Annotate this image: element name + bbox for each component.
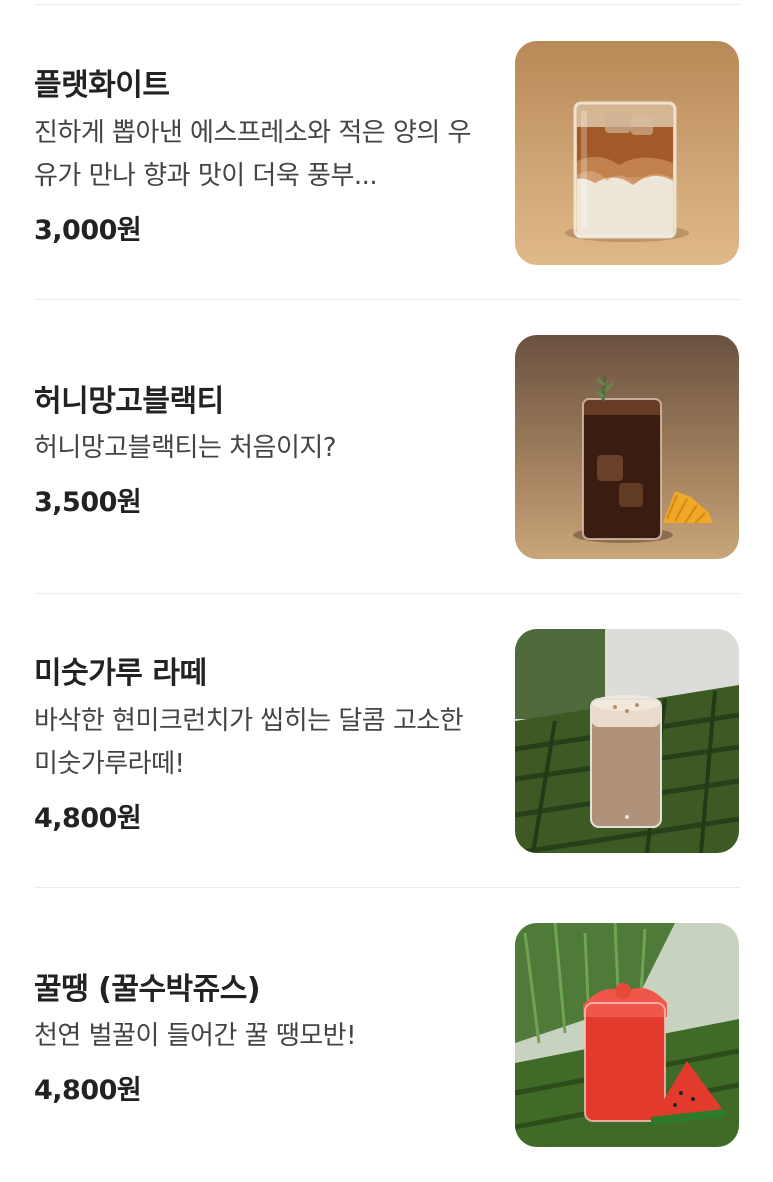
menu-item-description: 허니망고블랙티는 처음이지? xyxy=(34,433,337,463)
menu-item-price: 4,800원 xyxy=(34,1075,142,1106)
menu-item-price: 3,500원 xyxy=(34,487,142,518)
menu-item-description: 진하게 뽑아낸 에스프레소와 적은 양의 우유가 만나 향과 맛이 더욱 풍부.… xyxy=(34,118,471,191)
misutgaru-latte-cup-image xyxy=(515,629,739,853)
divider xyxy=(34,4,740,5)
menu-item-description: 천연 벌꿀이 들어간 꿀 땡모반! xyxy=(34,1021,357,1051)
menu-item-image[interactable] xyxy=(515,335,739,559)
watermelon-juice-cup-image xyxy=(515,923,739,1147)
menu-item-watermelon-juice[interactable]: 꿀땡 (꿀수박쥬스) 천연 벌꿀이 들어간 꿀 땡모반! 4,800원 xyxy=(0,888,773,1182)
menu-item-price: 4,800원 xyxy=(34,803,142,834)
menu-item-name: 허니망고블랙티 xyxy=(34,384,224,419)
iced-flat-white-glass-image xyxy=(515,41,739,265)
menu-item-description: 바삭한 현미크런치가 씹히는 달콤 고소한 미숫가루라떼! xyxy=(34,706,464,779)
menu-item-misutgaru-latte[interactable]: 미숫가루 라떼 바삭한 현미크런치가 씹히는 달콤 고소한 미숫가루라떼! 4,… xyxy=(0,594,773,888)
menu-list: 플랫화이트 진하게 뽑아낸 에스프레소와 적은 양의 우유가 만나 향과 맛이 … xyxy=(0,0,773,1175)
iced-black-tea-with-mango-image xyxy=(515,335,739,559)
menu-item-image[interactable] xyxy=(515,41,739,265)
menu-item-image[interactable] xyxy=(515,629,739,853)
menu-item-price: 3,000원 xyxy=(34,215,142,246)
menu-item-name: 플랫화이트 xyxy=(34,68,170,103)
menu-item-honey-mango-black-tea[interactable]: 허니망고블랙티 허니망고블랙티는 처음이지? 3,500원 xyxy=(0,300,773,594)
menu-item-flat-white[interactable]: 플랫화이트 진하게 뽑아낸 에스프레소와 적은 양의 우유가 만나 향과 맛이 … xyxy=(0,6,773,300)
menu-item-name: 꿀땡 (꿀수박쥬스) xyxy=(34,972,261,1007)
menu-item-name: 미숫가루 라떼 xyxy=(34,656,207,691)
menu-item-image[interactable] xyxy=(515,923,739,1147)
